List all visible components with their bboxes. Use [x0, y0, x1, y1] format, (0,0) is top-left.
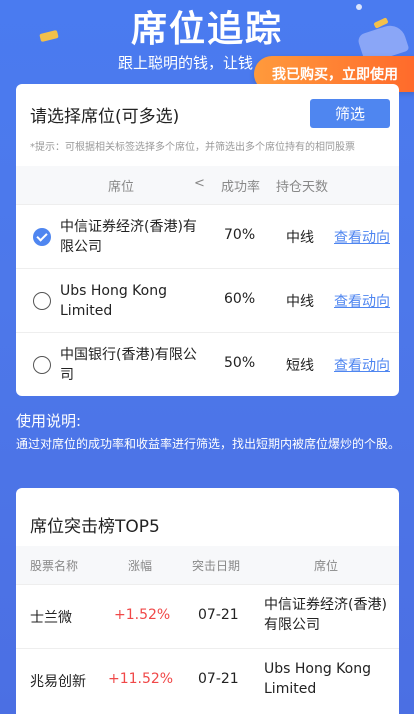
- seat-selector-card: 请选择席位(可多选) 筛选 *提示：可根据相关标签选择多个席位，并筛选出多个席位…: [16, 84, 399, 396]
- hint-text: *提示：可根据相关标签选择多个席位，并筛选出多个席位持有的相同股票: [30, 142, 355, 153]
- page-subtitle: 跟上聪明的钱，让钱: [118, 54, 254, 72]
- selector-title: 请选择席位(可多选): [30, 107, 180, 127]
- seat-days: 中线: [286, 294, 314, 310]
- seat-rate: 50%: [224, 355, 256, 371]
- col-date: 突击日期: [192, 559, 241, 573]
- seat-days: 中线: [286, 230, 314, 246]
- stock-name: 兆易创新: [30, 674, 86, 690]
- filter-button[interactable]: 筛选: [310, 99, 390, 128]
- col-stock: 股票名称: [30, 559, 79, 573]
- col-seat: 席位: [314, 559, 339, 573]
- stock-change: +11.52%: [108, 671, 174, 687]
- page-title: 席位追踪: [130, 9, 283, 50]
- stock-name: 士兰微: [30, 610, 72, 626]
- unchecked-icon[interactable]: [33, 356, 51, 374]
- chevron-left-icon[interactable]: <: [194, 176, 205, 191]
- seat-name: 中信证券经济(香港)有限公司: [60, 219, 197, 255]
- attack-date: 07-21: [198, 607, 239, 623]
- view-trend-link[interactable]: 查看动向: [334, 291, 390, 311]
- seat-rate: 60%: [224, 291, 256, 307]
- col-seat: 席位: [108, 180, 135, 195]
- stock-change: +1.52%: [114, 607, 171, 623]
- seat-days: 短线: [286, 358, 314, 374]
- col-change: 涨幅: [128, 559, 153, 573]
- seat-name: Ubs Hong Kong Limited: [60, 283, 167, 319]
- top5-table-header: 股票名称 涨幅 突击日期 席位: [16, 546, 399, 584]
- checked-icon[interactable]: [33, 228, 51, 246]
- view-trend-link[interactable]: 查看动向: [334, 227, 390, 247]
- col-days: 持仓天数: [276, 180, 329, 195]
- seat-rate: 70%: [224, 227, 256, 243]
- unchecked-icon[interactable]: [33, 292, 51, 310]
- seat-row[interactable]: 中信证券经济(香港)有限公司 70% 中线 查看动向: [16, 204, 399, 268]
- attack-date: 07-21: [198, 671, 239, 687]
- seat-row[interactable]: 中国银行(香港)有限公司 50% 短线 查看动向: [16, 332, 399, 396]
- seat-name: 中信证券经济(香港)有限公司: [264, 597, 387, 633]
- seat-name: Ubs Hong Kong Limited: [264, 661, 371, 697]
- view-trend-link[interactable]: 查看动向: [334, 355, 390, 375]
- seat-name: 中国银行(香港)有限公司: [60, 347, 197, 383]
- col-rate: 成功率: [221, 180, 261, 195]
- top5-card: 席位突击榜TOP5 股票名称 涨幅 突击日期 席位 士兰微 +1.52% 07-…: [16, 488, 399, 714]
- seat-table-header: 席位 < 成功率 持仓天数: [16, 166, 399, 204]
- seat-row[interactable]: Ubs Hong Kong Limited 60% 中线 查看动向: [16, 268, 399, 332]
- usage-title: 使用说明:: [16, 412, 82, 430]
- table-row[interactable]: 兆易创新 +11.52% 07-21 Ubs Hong Kong Limited: [16, 648, 399, 712]
- usage-text: 通过对席位的成功率和收益率进行筛选，找出短期内被席位爆炒的个股。: [16, 437, 401, 451]
- top5-title: 席位突击榜TOP5: [30, 517, 160, 537]
- table-row[interactable]: 士兰微 +1.52% 07-21 中信证券经济(香港)有限公司: [16, 584, 399, 648]
